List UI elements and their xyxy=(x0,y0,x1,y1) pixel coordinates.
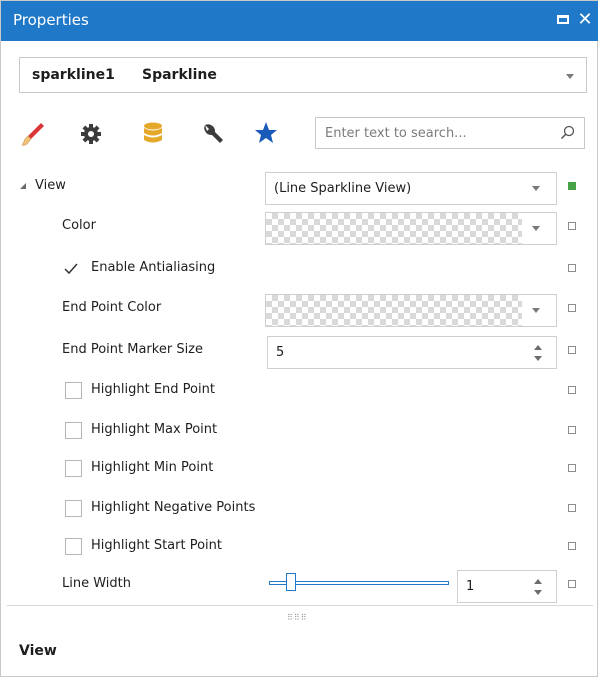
property-state-marker xyxy=(568,464,576,472)
property-row-view: View (Line Sparkline View) xyxy=(7,167,593,207)
property-label-highlight-min-point: Highlight Min Point xyxy=(91,460,214,475)
property-state-marker xyxy=(568,304,576,312)
highlight-min-point-checkbox[interactable] xyxy=(65,460,82,477)
property-label-highlight-max-point: Highlight Max Point xyxy=(91,422,218,437)
color-picker[interactable] xyxy=(265,212,557,245)
property-row-highlight-min-point: Highlight Min Point xyxy=(7,449,593,489)
view-value: (Line Sparkline View) xyxy=(274,181,412,196)
property-row-highlight-end-point: Highlight End Point xyxy=(7,371,593,411)
splitter-grip[interactable]: ⠿⠿⠿ xyxy=(287,613,308,622)
property-row-end-point-marker-size: End Point Marker Size 5 xyxy=(7,331,593,371)
spin-down-icon[interactable] xyxy=(534,590,542,595)
property-state-marker xyxy=(568,222,576,230)
end-point-marker-size-spinner[interactable]: 5 xyxy=(267,336,557,369)
spin-up-icon[interactable] xyxy=(534,579,542,584)
end-point-color-picker[interactable] xyxy=(265,294,557,327)
chevron-down-icon xyxy=(532,226,540,231)
property-label-end-point-color: End Point Color xyxy=(62,300,162,315)
property-row-antialiasing: Enable Antialiasing xyxy=(7,249,593,289)
maximize-button[interactable] xyxy=(553,10,573,30)
property-label-end-point-marker-size: End Point Marker Size xyxy=(62,342,204,357)
window-title: Properties xyxy=(13,11,89,29)
highlight-max-point-checkbox[interactable] xyxy=(65,422,82,439)
highlight-negative-points-checkbox[interactable] xyxy=(65,500,82,517)
search-box xyxy=(315,117,585,149)
property-row-end-point-color: End Point Color xyxy=(7,289,593,329)
view-dropdown[interactable]: (Line Sparkline View) xyxy=(265,172,557,205)
property-row-line-width: Line Width 1 xyxy=(7,565,593,605)
property-state-marker xyxy=(568,504,576,512)
maximize-icon xyxy=(557,15,569,24)
tab-data[interactable] xyxy=(141,119,169,149)
property-label-view: View xyxy=(35,178,66,193)
checkmark-icon[interactable] xyxy=(63,261,79,277)
line-width-value: 1 xyxy=(466,579,475,594)
property-state-marker xyxy=(568,386,576,394)
tab-appearance[interactable] xyxy=(19,119,47,149)
close-icon: ✕ xyxy=(577,9,593,30)
properties-panel: Properties ✕ sparkline1 Sparkline Enter … xyxy=(0,0,598,677)
property-row-highlight-start-point: Highlight Start Point xyxy=(7,527,593,567)
property-label-antialiasing: Enable Antialiasing xyxy=(91,260,216,275)
description-splitter xyxy=(7,605,593,606)
chevron-down-icon xyxy=(532,308,540,313)
chevron-down-icon xyxy=(566,74,574,79)
brush-icon xyxy=(21,123,44,146)
description-title: View xyxy=(19,643,57,659)
close-button[interactable]: ✕ xyxy=(575,10,595,30)
tab-favorites[interactable] xyxy=(253,119,281,149)
gear-icon xyxy=(81,124,101,144)
search-input[interactable] xyxy=(317,119,553,147)
property-label-color: Color xyxy=(62,218,96,233)
spin-down-icon[interactable] xyxy=(534,356,542,361)
spin-up-icon[interactable] xyxy=(534,345,542,350)
collapse-triangle-icon[interactable] xyxy=(19,182,27,190)
line-width-slider-track[interactable] xyxy=(269,581,449,585)
property-state-marker xyxy=(568,182,576,190)
object-type: Sparkline xyxy=(142,67,217,83)
property-state-marker xyxy=(568,346,576,354)
property-label-highlight-negative-points: Highlight Negative Points xyxy=(91,500,256,515)
property-row-color: Color xyxy=(7,207,593,247)
tab-behavior[interactable] xyxy=(79,119,107,149)
database-icon xyxy=(144,122,162,143)
property-row-highlight-max-point: Highlight Max Point xyxy=(7,411,593,451)
property-state-marker xyxy=(568,264,576,272)
tab-tools[interactable] xyxy=(199,119,227,149)
property-label-highlight-start-point: Highlight Start Point xyxy=(91,538,222,553)
highlight-start-point-checkbox[interactable] xyxy=(65,538,82,555)
highlight-end-point-checkbox[interactable] xyxy=(65,382,82,399)
property-label-highlight-end-point: Highlight End Point xyxy=(91,382,215,397)
property-label-line-width: Line Width xyxy=(62,576,131,591)
line-width-slider-thumb[interactable] xyxy=(286,573,296,591)
line-width-spinner[interactable]: 1 xyxy=(457,570,557,603)
color-swatch xyxy=(266,295,522,326)
star-icon xyxy=(255,122,277,143)
end-point-marker-size-value: 5 xyxy=(276,345,285,360)
wrench-icon xyxy=(204,124,223,143)
object-name: sparkline1 xyxy=(32,67,115,83)
property-state-marker xyxy=(568,542,576,550)
search-icon[interactable] xyxy=(560,125,576,141)
color-swatch xyxy=(266,213,522,244)
chevron-down-icon xyxy=(532,186,540,191)
property-state-marker xyxy=(568,580,576,588)
title-bar: Properties ✕ xyxy=(1,1,598,41)
object-selector[interactable]: sparkline1 Sparkline xyxy=(19,57,587,93)
property-row-highlight-negative-points: Highlight Negative Points xyxy=(7,489,593,529)
property-state-marker xyxy=(568,426,576,434)
